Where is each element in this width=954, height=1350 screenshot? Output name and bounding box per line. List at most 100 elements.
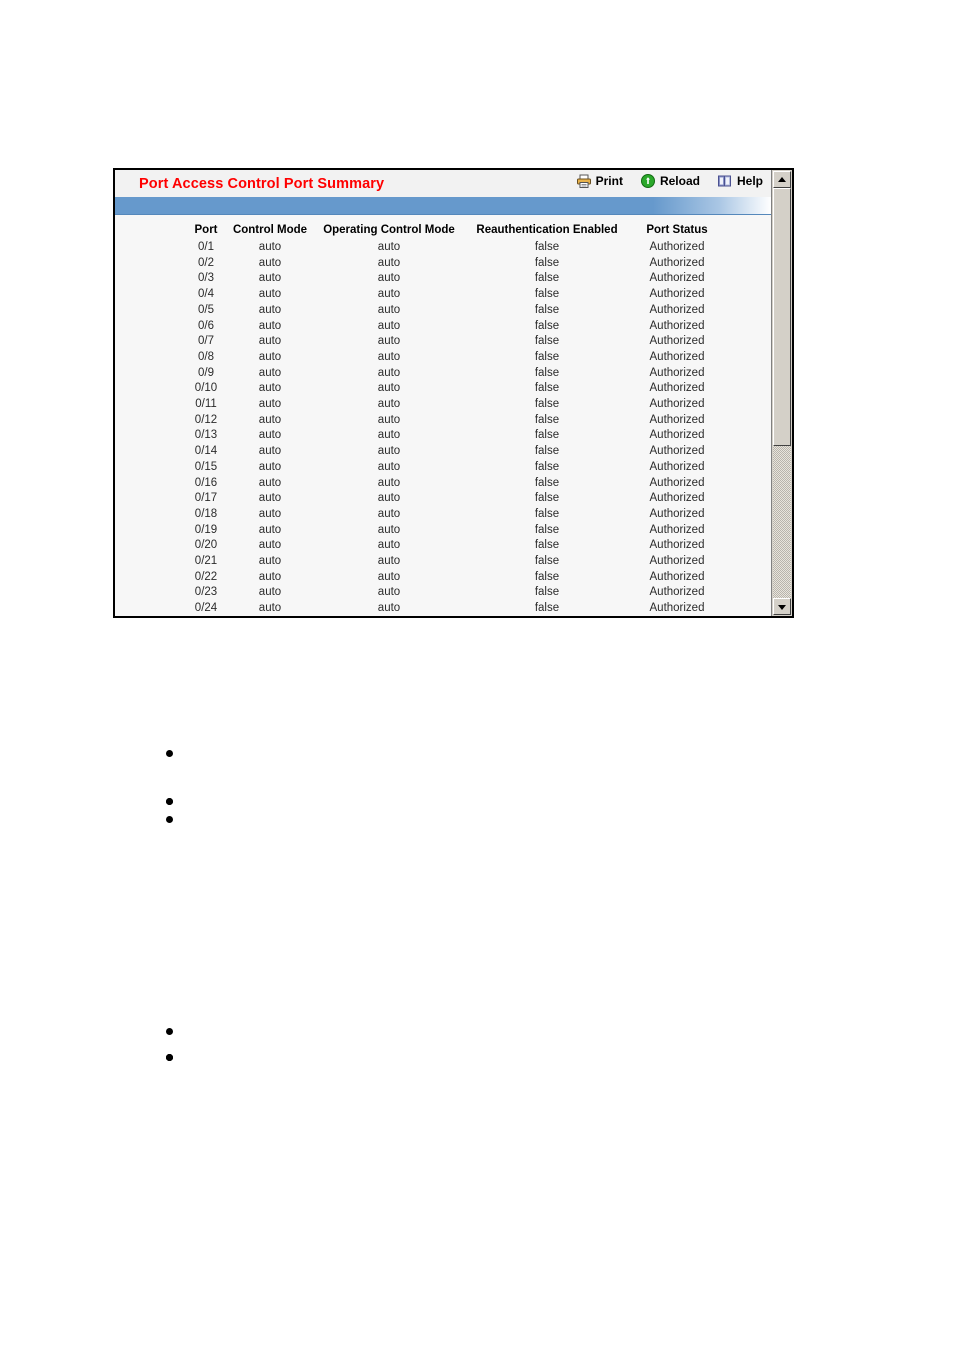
cell-port: 0/16: [194, 476, 218, 489]
cell-port: 0/1: [198, 241, 214, 253]
cell-reauthentication-enabled: false: [534, 492, 560, 505]
window-toolbar: Print Reload Help: [576, 173, 763, 189]
cell-operating-control-mode: auto: [377, 539, 401, 552]
table-body: 0/1 auto auto false Authorized 0/2 auto auto fal…: [185, 240, 725, 616]
cell-control-mode: auto: [258, 476, 282, 489]
cell-reauthentication-enabled: false: [534, 272, 560, 285]
cell-port-status: Authorized: [649, 398, 705, 411]
cell-port: 0/20: [194, 539, 218, 552]
cell-control-mode: auto: [258, 555, 282, 568]
cell-operating-control-mode: auto: [377, 602, 401, 615]
port-summary-table-area: Port Control Mode Operating Control Mode…: [115, 215, 771, 616]
reload-button-label: Reload: [659, 174, 700, 188]
cell-control-mode: auto: [258, 460, 282, 473]
table-row: 0/3 auto auto false Authorized: [185, 271, 725, 287]
table-row: 0/18 auto auto false Authorized: [185, 507, 725, 523]
cell-control-mode: auto: [258, 429, 282, 442]
table-row: 0/23 auto auto false Authorized: [185, 585, 725, 601]
cell-operating-control-mode: auto: [377, 460, 401, 473]
cell-control-mode: auto: [258, 350, 282, 363]
table-row: 0/6 auto auto false Authorized: [185, 319, 725, 335]
cell-port: 0/18: [194, 507, 218, 520]
cell-port-status: Authorized: [649, 570, 705, 583]
cell-control-mode: auto: [258, 586, 282, 599]
table-row: 0/15 auto auto false Authorized: [185, 460, 725, 476]
cell-control-mode: auto: [258, 507, 282, 520]
cell-port-status: Authorized: [649, 288, 705, 301]
printer-icon: [576, 173, 592, 189]
cell-port: 0/8: [198, 350, 214, 363]
cell-port-status: Authorized: [649, 429, 705, 442]
reload-icon: [640, 173, 656, 189]
cell-port: 0/5: [198, 303, 214, 316]
cell-port: 0/3: [198, 272, 214, 285]
cell-operating-control-mode: auto: [377, 476, 401, 489]
cell-port-status: Authorized: [649, 413, 705, 426]
scroll-up-arrow-glyph: [778, 176, 786, 182]
cell-port-status: Authorized: [649, 507, 705, 520]
cell-operating-control-mode: auto: [377, 429, 401, 442]
bullet-icon: [166, 816, 173, 823]
cell-port: 0/15: [194, 460, 218, 473]
cell-port-status: Authorized: [649, 602, 705, 615]
scroll-up-icon[interactable]: [773, 171, 791, 188]
print-button[interactable]: Print: [576, 173, 623, 189]
table-row: 0/9 auto auto false Authorized: [185, 366, 725, 382]
cell-reauthentication-enabled: false: [534, 429, 560, 442]
cell-reauthentication-enabled: false: [534, 555, 560, 568]
cell-operating-control-mode: auto: [377, 413, 401, 426]
table-row: 0/22 auto auto false Authorized: [185, 570, 725, 586]
table-row: 0/4 auto auto false Authorized: [185, 287, 725, 303]
table-row: 0/21 auto auto false Authorized: [185, 554, 725, 570]
cell-reauthentication-enabled: false: [534, 382, 560, 395]
column-header-port-status: Port Status: [646, 224, 708, 236]
help-button[interactable]: Help: [717, 173, 763, 189]
cell-control-mode: auto: [258, 256, 282, 269]
cell-port: 0/22: [194, 570, 218, 583]
vertical-scrollbar[interactable]: [771, 170, 792, 616]
cell-port: 0/11: [195, 398, 217, 411]
cell-reauthentication-enabled: false: [534, 539, 560, 552]
window-content-area: Port Access Control Port Summary Print R…: [115, 170, 771, 616]
table-row: 0/20 auto auto false Authorized: [185, 538, 725, 554]
cell-operating-control-mode: auto: [377, 288, 401, 301]
column-header-control-mode: Control Mode: [232, 224, 308, 236]
reload-button[interactable]: Reload: [640, 173, 700, 189]
column-header-reauthentication-enabled: Reauthentication Enabled: [476, 224, 618, 236]
cell-reauthentication-enabled: false: [534, 303, 560, 316]
cell-port-status: Authorized: [649, 366, 705, 379]
cell-operating-control-mode: auto: [377, 335, 401, 348]
column-header-port: Port: [194, 224, 218, 236]
cell-control-mode: auto: [258, 319, 282, 332]
cell-operating-control-mode: auto: [377, 555, 401, 568]
cell-control-mode: auto: [258, 366, 282, 379]
cell-port-status: Authorized: [649, 382, 705, 395]
cell-control-mode: auto: [258, 382, 282, 395]
cell-reauthentication-enabled: false: [534, 507, 560, 520]
bullet-icon: [166, 750, 173, 757]
cell-port: 0/23: [194, 586, 218, 599]
cell-port: 0/4: [198, 288, 214, 301]
cell-operating-control-mode: auto: [377, 586, 401, 599]
cell-operating-control-mode: auto: [377, 570, 401, 583]
cell-port: 0/14: [194, 445, 218, 458]
table-header-row: Port Control Mode Operating Control Mode…: [185, 224, 725, 240]
cell-operating-control-mode: auto: [377, 272, 401, 285]
cell-operating-control-mode: auto: [377, 256, 401, 269]
cell-control-mode: auto: [258, 398, 282, 411]
window-titlebar: Port Access Control Port Summary Print R…: [115, 170, 771, 197]
cell-control-mode: auto: [258, 272, 282, 285]
cell-port-status: Authorized: [649, 492, 705, 505]
cell-control-mode: auto: [258, 492, 282, 505]
cell-reauthentication-enabled: false: [534, 241, 560, 253]
cell-reauthentication-enabled: false: [534, 586, 560, 599]
cell-port-status: Authorized: [649, 539, 705, 552]
scrollbar-thumb[interactable]: [773, 188, 791, 446]
cell-port: 0/19: [194, 523, 218, 536]
cell-operating-control-mode: auto: [377, 366, 401, 379]
scroll-down-icon[interactable]: [773, 598, 791, 615]
cell-control-mode: auto: [258, 539, 282, 552]
cell-reauthentication-enabled: false: [534, 288, 560, 301]
port-summary-table: Port Control Mode Operating Control Mode…: [185, 224, 725, 616]
cell-reauthentication-enabled: false: [534, 398, 560, 411]
